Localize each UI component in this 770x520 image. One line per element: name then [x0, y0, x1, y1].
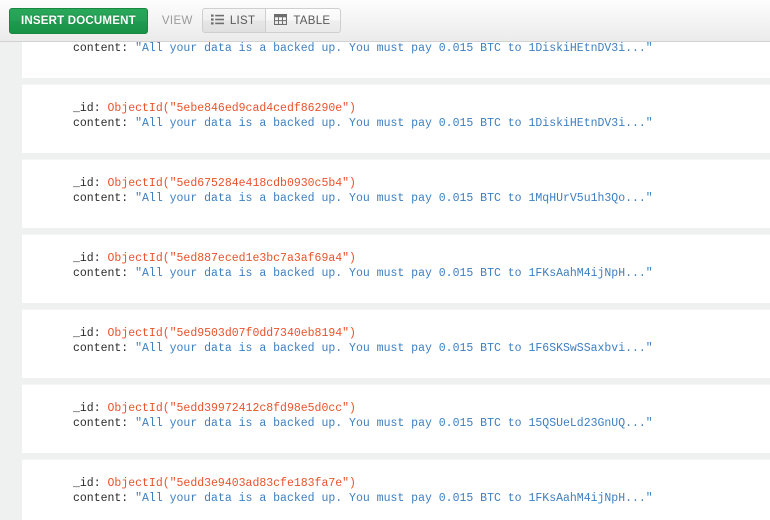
view-toggle-group: LIST TABLE: [201, 8, 342, 33]
document-content-line: content: "All your data is a backed up. …: [73, 116, 770, 131]
content-value: "All your data is a backed up. You must …: [135, 417, 653, 430]
view-label: VIEW: [161, 14, 193, 27]
content-value: "All your data is a backed up. You must …: [135, 342, 653, 355]
insert-document-button[interactable]: INSERT DOCUMENT: [9, 7, 148, 34]
id-key: _id:: [73, 477, 101, 490]
document-card-6[interactable]: _id: ObjectId("5edd3e9403ad83cfe183fa7e"…: [22, 459, 770, 520]
document-id-line: _id: ObjectId("5edd39972412c8fd98e5d0cc"…: [73, 401, 770, 416]
document-content-line: content: "All your data is a backed up. …: [73, 42, 770, 56]
content-value: "All your data is a backed up. You must …: [135, 117, 653, 130]
id-key: _id:: [73, 402, 101, 415]
document-card-1[interactable]: _id: ObjectId("5ebe846ed9cad4cedf86290e"…: [22, 84, 770, 153]
document-content-line: content: "All your data is a backed up. …: [73, 191, 770, 206]
document-id-line: _id: ObjectId("5ebe846ed9cad4cedf86290e"…: [73, 101, 770, 116]
document-card-4[interactable]: _id: ObjectId("5ed9503d07f0dd7340eb8194"…: [22, 309, 770, 378]
id-value: ObjectId("5edd39972412c8fd98e5d0cc"): [107, 402, 356, 415]
document-list: _id: ObjectId("5ed725bb7588f5e504f950c3"…: [0, 42, 770, 520]
id-value: ObjectId("5ed887eced1e3bc7a3af69a4"): [107, 252, 356, 265]
list-icon: [210, 14, 224, 28]
content-value: "All your data is a backed up. You must …: [135, 492, 653, 505]
content-key: content:: [73, 267, 129, 280]
document-card-5[interactable]: _id: ObjectId("5edd39972412c8fd98e5d0cc"…: [22, 384, 770, 453]
content-key: content:: [73, 417, 129, 430]
id-key: _id:: [73, 177, 101, 190]
document-content-line: content: "All your data is a backed up. …: [73, 341, 770, 356]
content-key: content:: [73, 192, 129, 205]
content-key: content:: [73, 492, 129, 505]
id-value: ObjectId("5edd3e9403ad83cfe183fa7e"): [107, 477, 356, 490]
document-id-line: _id: ObjectId("5ed887eced1e3bc7a3af69a4"…: [73, 251, 770, 266]
content-key: content:: [73, 42, 129, 55]
content-value: "All your data is a backed up. You must …: [135, 42, 653, 55]
id-value: ObjectId("5ed9503d07f0dd7340eb8194"): [107, 327, 356, 340]
document-content-line: content: "All your data is a backed up. …: [73, 266, 770, 281]
id-value: ObjectId("5ebe846ed9cad4cedf86290e"): [107, 102, 356, 115]
id-value: ObjectId("5ed675284e418cdb0930c5b4"): [107, 177, 356, 190]
tab-view-list-label: LIST: [229, 14, 256, 27]
document-card-3[interactable]: _id: ObjectId("5ed887eced1e3bc7a3af69a4"…: [22, 234, 770, 303]
document-id-line: _id: ObjectId("5ed675284e418cdb0930c5b4"…: [73, 176, 770, 191]
document-content-line: content: "All your data is a backed up. …: [73, 491, 770, 506]
table-grid-icon: [274, 13, 288, 28]
document-card-2[interactable]: _id: ObjectId("5ed675284e418cdb0930c5b4"…: [22, 159, 770, 228]
content-value: "All your data is a backed up. You must …: [135, 192, 653, 205]
toolbar: INSERT DOCUMENT VIEW LIST TABLE: [0, 0, 770, 42]
content-key: content:: [73, 342, 129, 355]
tab-view-list[interactable]: LIST: [201, 8, 267, 33]
content-key: content:: [73, 117, 129, 130]
document-id-line: _id: ObjectId("5ed9503d07f0dd7340eb8194"…: [73, 326, 770, 341]
id-key: _id:: [73, 102, 101, 115]
content-value: "All your data is a backed up. You must …: [135, 267, 653, 280]
tab-view-table[interactable]: TABLE: [266, 8, 342, 33]
id-key: _id:: [73, 327, 101, 340]
document-card-0[interactable]: _id: ObjectId("5ed725bb7588f5e504f950c3"…: [22, 42, 770, 78]
id-key: _id:: [73, 252, 101, 265]
document-content-line: content: "All your data is a backed up. …: [73, 416, 770, 431]
document-id-line: _id: ObjectId("5edd3e9403ad83cfe183fa7e"…: [73, 476, 770, 491]
tab-view-table-label: TABLE: [293, 14, 331, 27]
